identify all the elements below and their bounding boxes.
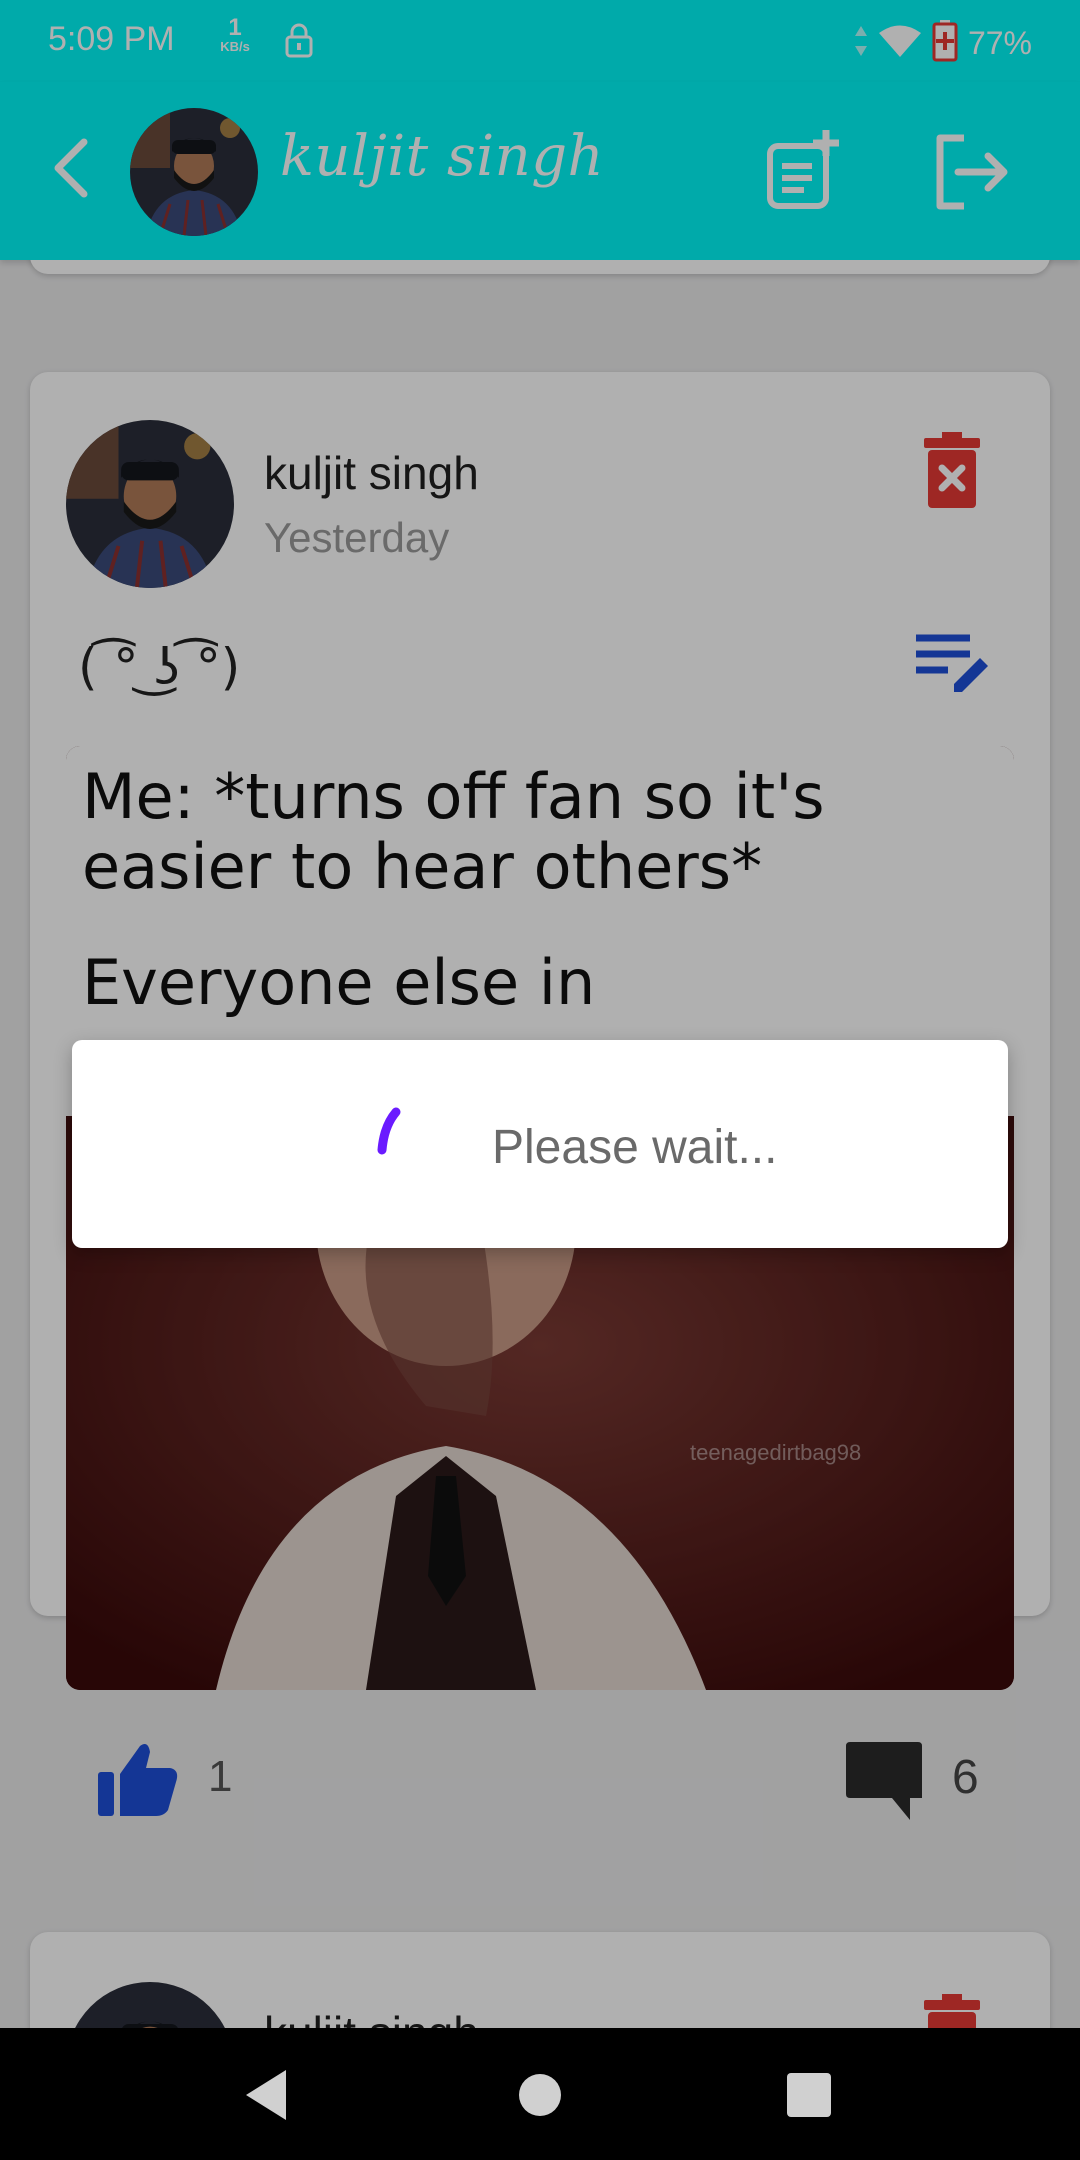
- triangle-back-icon: [246, 2070, 286, 2120]
- loading-spinner-icon: [377, 1107, 401, 1155]
- modal-scrim: [0, 0, 1080, 2028]
- square-recents-icon: [787, 2073, 831, 2117]
- nav-home-button[interactable]: [505, 2060, 575, 2130]
- nav-recents-button[interactable]: [774, 2060, 844, 2130]
- progress-dialog: Please wait...: [72, 1040, 1008, 1248]
- circle-home-icon: [519, 2074, 561, 2116]
- system-nav-bar: [0, 2028, 1080, 2160]
- dialog-message: Please wait...: [492, 1121, 778, 1174]
- nav-back-button[interactable]: [232, 2060, 302, 2130]
